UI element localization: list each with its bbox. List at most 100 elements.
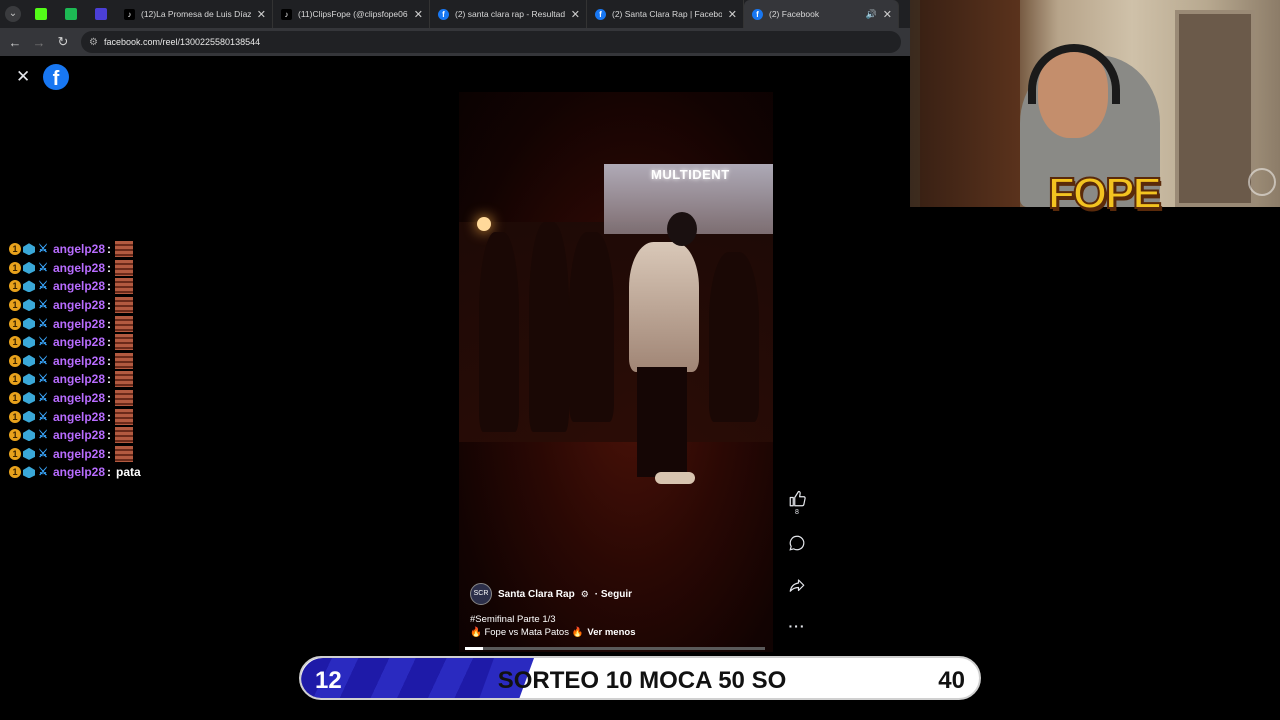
reel-video[interactable]: MULTIDENT	[459, 92, 773, 652]
close-icon[interactable]: ✕	[414, 8, 423, 21]
tab-santa-clara-page[interactable]: f (2) Santa Clara Rap | Facebook ✕	[587, 0, 744, 28]
sword-badge-icon: ⚔	[38, 243, 48, 256]
gem-badge-icon	[23, 447, 35, 460]
reload-icon[interactable]: ↻	[51, 34, 75, 50]
chat-colon: :	[107, 409, 112, 424]
close-icon[interactable]: ✕	[728, 8, 737, 21]
caption-text: 🔥 Fope vs Mata Patos 🔥	[470, 627, 584, 638]
close-icon[interactable]: ✕	[883, 8, 892, 21]
facebook-logo-icon[interactable]: f	[43, 64, 69, 90]
facebook-icon: f	[752, 8, 763, 20]
sword-badge-icon: ⚔	[38, 280, 48, 293]
video-progress-bar[interactable]	[465, 647, 765, 650]
like-button[interactable]: 8	[784, 490, 810, 516]
chat-emote-icon	[115, 334, 134, 351]
close-icon[interactable]: ✕	[257, 8, 266, 21]
video-sign-text: MULTIDENT	[651, 167, 730, 182]
reel-author-row: SCR Santa Clara Rap ⚙ · Seguir	[470, 583, 632, 605]
video-person	[569, 232, 614, 422]
chat-colon: :	[107, 279, 112, 294]
more-options-icon[interactable]: ···	[784, 618, 810, 634]
comment-button[interactable]	[784, 534, 810, 552]
tab-facebook-active[interactable]: f (2) Facebook 🔊 ✕	[744, 0, 899, 28]
subscriber-badge-icon: 1	[9, 373, 21, 386]
site-info-icon[interactable]: ⚙	[89, 37, 98, 48]
kick-icon	[35, 8, 47, 20]
chat-username[interactable]: angelp28	[53, 465, 105, 479]
chat-username[interactable]: angelp28	[53, 335, 105, 349]
chat-emote-icon	[115, 297, 134, 314]
author-name[interactable]: Santa Clara Rap	[498, 589, 575, 600]
follow-button[interactable]: · Seguir	[595, 589, 632, 600]
gem-badge-icon	[23, 373, 35, 386]
chat-username[interactable]: angelp28	[53, 447, 105, 461]
caption-hashtag[interactable]: #Semifinal Parte 1/3	[470, 613, 635, 626]
caption-line: 🔥 Fope vs Mata Patos 🔥 Ver menos	[470, 626, 635, 639]
banner-right-number: 40	[938, 667, 965, 694]
sword-badge-icon: ⚔	[38, 354, 48, 367]
tab-santa-clara-search[interactable]: f (2) santa clara rap - Resultados ✕	[430, 0, 587, 28]
address-bar[interactable]: ⚙ facebook.com/reel/1300225580138544	[81, 31, 901, 53]
chat-colon: :	[107, 316, 112, 331]
chat-colon: :	[107, 446, 112, 461]
tab-clipsfope[interactable]: ♪ (11)ClipsFope (@clipsfope06) | ✕	[273, 0, 430, 28]
pinned-tab-kick[interactable]	[26, 0, 56, 28]
subscriber-badge-icon: 1	[9, 392, 21, 405]
url-text: facebook.com/reel/1300225580138544	[103, 37, 261, 47]
chat-message: 1 ⚔ angelp28:	[9, 240, 209, 259]
subscriber-badge-icon: 1	[9, 466, 21, 479]
chat-username[interactable]: angelp28	[53, 279, 105, 293]
chat-username[interactable]: angelp28	[53, 372, 105, 386]
forward-arrow-icon[interactable]: →	[27, 35, 51, 50]
sword-badge-icon: ⚔	[38, 261, 48, 274]
gem-badge-icon	[23, 410, 35, 423]
tab-title: (2) santa clara rap - Resultados	[455, 9, 565, 19]
pinned-tab-chat[interactable]	[56, 0, 86, 28]
tab-title: (2) Santa Clara Rap | Facebook	[612, 9, 722, 19]
chat-colon: :	[107, 372, 112, 387]
pinned-tab-app[interactable]	[86, 0, 116, 28]
chat-message: 1 ⚔ angelp28:	[9, 370, 209, 389]
see-less-button[interactable]: Ver menos	[587, 627, 635, 638]
sword-badge-icon: ⚔	[38, 429, 48, 442]
back-arrow-icon[interactable]: ←	[3, 35, 27, 50]
subscriber-badge-icon: 1	[9, 447, 21, 460]
chat-username[interactable]: angelp28	[53, 410, 105, 424]
chat-message: 1 ⚔ angelp28:	[9, 333, 209, 352]
chat-message: 1 ⚔ angelp28:	[9, 277, 209, 296]
chat-emote-icon	[115, 408, 134, 425]
chat-username[interactable]: angelp28	[53, 298, 105, 312]
tab-luis-diaz[interactable]: ♪ (12)La Promesa de Luis Díaz: Un ✕	[116, 0, 273, 28]
chat-username[interactable]: angelp28	[53, 354, 105, 368]
chat-username[interactable]: angelp28	[53, 242, 105, 256]
avatar[interactable]: SCR	[470, 583, 492, 605]
screen: ⌄ ♪ (12)La Promesa de Luis Díaz: Un ✕ ♪ …	[0, 0, 1280, 720]
share-button[interactable]	[784, 577, 810, 595]
subscriber-badge-icon: 1	[9, 317, 21, 330]
webcam-mirror	[1175, 10, 1255, 207]
chat-message: 1 ⚔ angelp28:	[9, 407, 209, 426]
chat-emote-icon	[115, 241, 134, 258]
close-icon[interactable]: ✕	[571, 8, 580, 21]
chat-username[interactable]: angelp28	[53, 261, 105, 275]
chat-username[interactable]: angelp28	[53, 391, 105, 405]
headset-icon	[1028, 44, 1120, 104]
fope-logo: FOPE	[1047, 169, 1163, 218]
chat-username[interactable]: angelp28	[53, 317, 105, 331]
speaker-icon[interactable]: 🔊	[866, 9, 877, 20]
chat-message: 1 ⚔ angelp28:	[9, 426, 209, 445]
sword-badge-icon: ⚔	[38, 466, 48, 479]
video-person	[479, 232, 519, 432]
chat-username[interactable]: angelp28	[53, 428, 105, 442]
chat-colon: :	[107, 465, 112, 480]
chat-emote-icon	[115, 278, 134, 295]
tiktok-icon: ♪	[124, 8, 135, 20]
share-icon	[789, 579, 805, 592]
close-reel-icon[interactable]: ✕	[16, 68, 30, 85]
video-dancer-shoe	[655, 472, 695, 484]
subscriber-badge-icon: 1	[9, 429, 21, 442]
tab-title: (11)ClipsFope (@clipsfope06) |	[298, 9, 408, 19]
subscriber-badge-icon: 1	[9, 299, 21, 312]
gem-badge-icon	[23, 336, 35, 349]
tab-search-button[interactable]: ⌄	[0, 0, 26, 28]
